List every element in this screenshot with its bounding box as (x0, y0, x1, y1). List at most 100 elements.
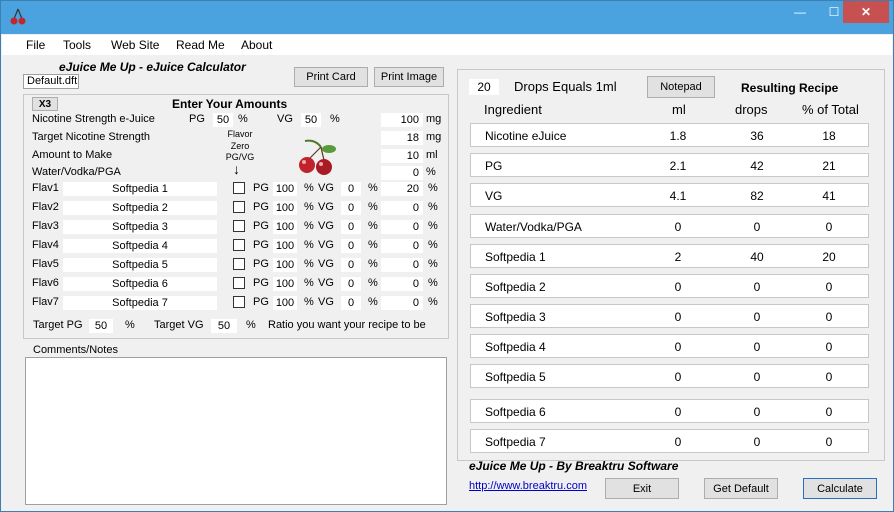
recipe-ml: 0 (674, 405, 682, 419)
flavor-pg-input[interactable]: 100 (273, 182, 297, 196)
flavor-name-input[interactable]: Softpedia 1 (63, 182, 217, 196)
recipe-drops: 0 (753, 340, 761, 354)
flavor-vg-pct: % (368, 201, 378, 213)
recipe-ingredient: Softpedia 5 (485, 370, 546, 384)
flavor-zero-line1: Flavor (227, 129, 253, 139)
flavor-name-input[interactable]: Softpedia 4 (63, 239, 217, 253)
flavor-pg-input[interactable]: 100 (273, 277, 297, 291)
flavor-pct-unit: % (428, 201, 438, 213)
target-nicotine-input[interactable]: 18 (381, 131, 423, 145)
enter-amounts-heading: Enter Your Amounts (172, 97, 288, 111)
cherry-app-icon[interactable] (9, 7, 27, 27)
exit-button[interactable]: Exit (605, 478, 679, 499)
x3-button[interactable]: X3 (32, 97, 58, 111)
flavor-zero-checkbox[interactable] (233, 201, 245, 213)
flavor-name-input[interactable]: Softpedia 3 (63, 220, 217, 234)
flavor-name-input[interactable]: Softpedia 7 (63, 296, 217, 310)
nicotine-pg-pct: % (238, 113, 248, 125)
flavor-pg-input[interactable]: 100 (273, 239, 297, 253)
flavor-zero-line2: Zero (230, 141, 250, 151)
flavor-vg-pct: % (368, 277, 378, 289)
flavor-zero-checkbox[interactable] (233, 296, 245, 308)
amount-input[interactable]: 10 (381, 149, 423, 163)
close-button[interactable]: ✕ (843, 1, 889, 23)
down-arrow-icon: ↓ (233, 161, 240, 177)
menu-about[interactable]: About (241, 38, 272, 52)
flavor-zero-checkbox[interactable] (233, 277, 245, 289)
flavor-pct-input[interactable]: 0 (381, 258, 423, 272)
footer-title: eJuice Me Up - By Breaktru Software (469, 459, 679, 473)
target-vg-input[interactable]: 50 (211, 319, 237, 333)
website-link[interactable]: http://www.breaktru.com (469, 480, 587, 492)
flavor-pg-input[interactable]: 100 (273, 296, 297, 310)
get-default-button[interactable]: Get Default (704, 478, 778, 499)
flavor-zero-checkbox[interactable] (233, 258, 245, 270)
notepad-button[interactable]: Notepad (647, 76, 715, 98)
title-bar: — ☐ ✕ (1, 1, 893, 34)
flavor-pg-input[interactable]: 100 (273, 201, 297, 215)
print-card-button[interactable]: Print Card (294, 67, 368, 87)
flavor-vg-input[interactable]: 0 (341, 182, 361, 196)
flavor-vg-label: VG (318, 296, 334, 308)
flavor-name-input[interactable]: Softpedia 2 (63, 201, 217, 215)
flavor-vg-input[interactable]: 0 (341, 277, 361, 291)
app-window: — ☐ ✕ File Tools Web Site Read Me About … (0, 0, 894, 512)
drops-per-ml-input[interactable]: 20 (469, 79, 499, 95)
flavor-vg-label: VG (318, 182, 334, 194)
target-pg-input[interactable]: 50 (89, 319, 113, 333)
flavor-pct-input[interactable]: 0 (381, 296, 423, 310)
flavor-pg-label: PG (253, 239, 269, 251)
flavor-zero-checkbox[interactable] (233, 182, 245, 194)
flavor-pg-input[interactable]: 100 (273, 258, 297, 272)
flavor-vg-pct: % (368, 182, 378, 194)
flavor-vg-pct: % (368, 296, 378, 308)
calculate-button[interactable]: Calculate (803, 478, 877, 499)
nicotine-label: Nicotine Strength e-Juice (32, 113, 155, 125)
flavor-name-input[interactable]: Softpedia 6 (63, 277, 217, 291)
recipe-ingredient: PG (485, 159, 503, 173)
flavor-pct-input[interactable]: 0 (381, 239, 423, 253)
flavor-pg-pct: % (304, 220, 314, 232)
flavor-label: Flav2 (32, 201, 59, 213)
nicotine-pg-input[interactable]: 50 (213, 113, 233, 127)
flavor-pct-input[interactable]: 0 (381, 220, 423, 234)
nicotine-vg-pct: % (330, 113, 340, 125)
print-image-button[interactable]: Print Image (374, 67, 444, 87)
flavor-vg-input[interactable]: 0 (341, 296, 361, 310)
recipe-drops: 0 (753, 435, 761, 449)
flavor-zero-checkbox[interactable] (233, 220, 245, 232)
menu-tools[interactable]: Tools (63, 38, 91, 52)
flavor-name-input[interactable]: Softpedia 5 (63, 258, 217, 272)
recipe-pct: 0 (825, 340, 833, 354)
flavor-label: Flav1 (32, 182, 59, 194)
header-ingredient: Ingredient (484, 102, 542, 117)
comments-textarea[interactable] (25, 357, 447, 505)
menu-readme[interactable]: Read Me (176, 38, 225, 52)
flavor-pg-pct: % (304, 258, 314, 270)
recipe-ingredient: VG (485, 189, 503, 203)
water-input[interactable]: 0 (381, 166, 423, 180)
flavor-vg-input[interactable]: 0 (341, 239, 361, 253)
nicotine-vg-input[interactable]: 50 (301, 113, 321, 127)
menu-website[interactable]: Web Site (111, 38, 159, 52)
flavor-zero-checkbox[interactable] (233, 239, 245, 251)
file-name-field[interactable]: Default.dft (23, 74, 79, 89)
recipe-pct: 0 (825, 220, 833, 234)
recipe-ml: 0 (674, 340, 682, 354)
flavor-pg-pct: % (304, 201, 314, 213)
menu-file[interactable]: File (26, 38, 45, 52)
recipe-drops: 82 (750, 189, 764, 203)
recipe-ml: 0 (674, 220, 682, 234)
drops-label: Drops Equals 1ml (514, 79, 617, 94)
flavor-vg-input[interactable]: 0 (341, 220, 361, 234)
flavor-pct-input[interactable]: 0 (381, 277, 423, 291)
flavor-pct-input[interactable]: 20 (381, 182, 423, 196)
minimize-button[interactable]: — (783, 1, 817, 23)
flavor-pct-input[interactable]: 0 (381, 201, 423, 215)
nicotine-strength-input[interactable]: 100 (381, 113, 423, 127)
flavor-pg-input[interactable]: 100 (273, 220, 297, 234)
flavor-vg-input[interactable]: 0 (341, 258, 361, 272)
target-nicotine-label: Target Nicotine Strength (32, 131, 151, 143)
flavor-vg-label: VG (318, 220, 334, 232)
flavor-vg-input[interactable]: 0 (341, 201, 361, 215)
